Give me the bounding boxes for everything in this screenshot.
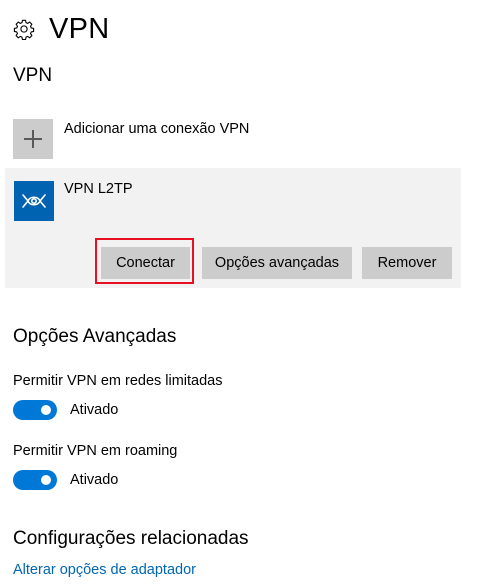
advanced-options-title: Opções Avançadas [13,326,177,347]
roaming-label: Permitir VPN em roaming [13,443,178,459]
toggle-knob [41,405,51,415]
metered-networks-toggle[interactable] [13,400,57,420]
plus-icon [13,119,53,159]
roaming-toggle-row: Ativado [13,470,118,490]
remove-button[interactable]: Remover [362,247,452,279]
advanced-options-button[interactable]: Opções avançadas [202,247,352,279]
vpn-connection-name: VPN L2TP [64,181,133,197]
vpn-connection-card[interactable]: VPN L2TP Conectar Opções avançadas Remov… [5,168,461,288]
vpn-section-title: VPN [13,65,53,86]
add-vpn-connection-label: Adicionar uma conexão VPN [64,121,250,137]
roaming-state: Ativado [70,472,119,488]
page-header: VPN [13,9,110,49]
metered-networks-toggle-row: Ativado [13,400,118,420]
related-settings-title: Configurações relacionadas [13,528,249,549]
change-adapter-options-link[interactable]: Alterar opções de adaptador [13,562,196,578]
page-title: VPN [49,12,110,45]
add-vpn-connection[interactable]: Adicionar uma conexão VPN [13,119,249,159]
vpn-icon [14,181,54,221]
roaming-toggle[interactable] [13,470,57,490]
connect-highlight [95,238,194,284]
metered-networks-label: Permitir VPN em redes limitadas [13,373,223,389]
toggle-knob [41,475,51,485]
gear-icon [13,19,35,40]
metered-networks-state: Ativado [70,402,119,418]
